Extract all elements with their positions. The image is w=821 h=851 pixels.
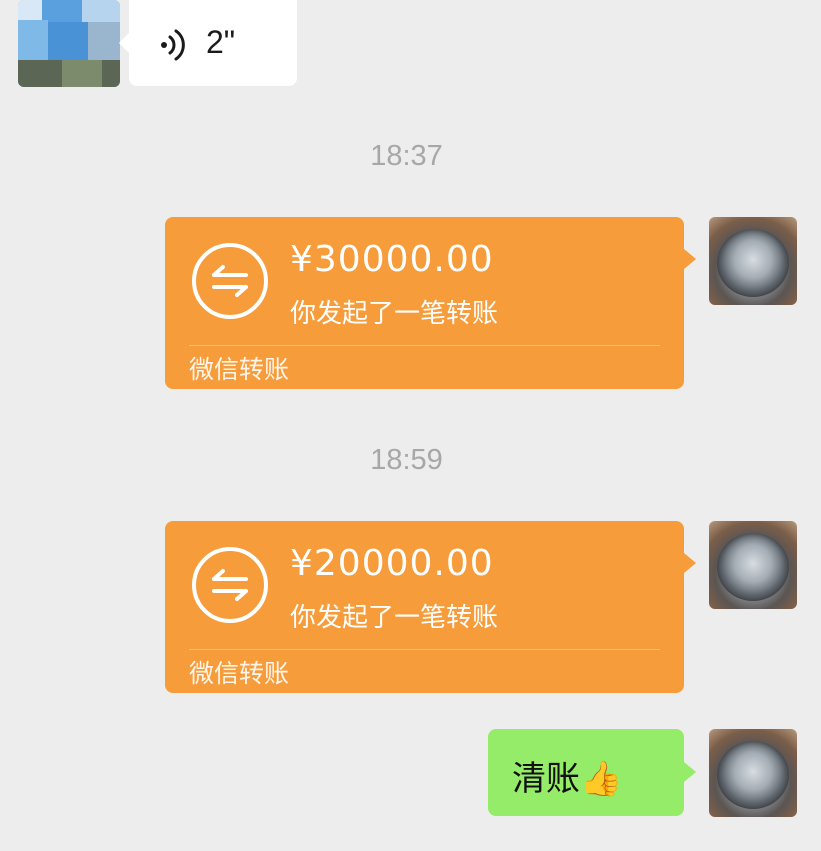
voice-duration: 2" xyxy=(206,24,236,60)
transfer-card[interactable]: ¥20000.00 你发起了一笔转账 微信转账 xyxy=(165,521,696,693)
my-avatar[interactable] xyxy=(709,217,797,305)
transfer-arrows-icon xyxy=(192,243,268,319)
transfer-arrows-icon xyxy=(192,547,268,623)
message-text: 清账👍 xyxy=(512,759,623,799)
avatar-bowl-image xyxy=(717,229,789,297)
sent-text-bubble[interactable]: 清账👍 xyxy=(488,729,696,816)
transfer-card[interactable]: ¥30000.00 你发起了一笔转账 微信转账 xyxy=(165,217,696,389)
my-avatar[interactable] xyxy=(709,521,797,609)
avatar-bowl-image xyxy=(717,741,789,809)
my-avatar[interactable] xyxy=(709,729,797,817)
avatar-bowl-image xyxy=(717,533,789,601)
message-timestamp: 18:37 xyxy=(370,140,443,172)
message-timestamp: 18:59 xyxy=(370,444,443,476)
contact-avatar[interactable] xyxy=(18,0,120,87)
transfer-divider xyxy=(189,345,660,346)
transfer-divider xyxy=(189,649,660,650)
voice-wave-icon xyxy=(161,29,185,61)
transfer-description: 你发起了一笔转账 xyxy=(290,603,499,633)
transfer-amount: ¥30000.00 xyxy=(290,239,494,280)
transfer-description: 你发起了一笔转账 xyxy=(290,299,499,329)
voice-message-bubble[interactable]: 2" xyxy=(119,0,297,86)
transfer-footer: 微信转账 xyxy=(189,355,290,384)
transfer-amount: ¥20000.00 xyxy=(290,543,494,584)
transfer-footer: 微信转账 xyxy=(189,659,290,688)
